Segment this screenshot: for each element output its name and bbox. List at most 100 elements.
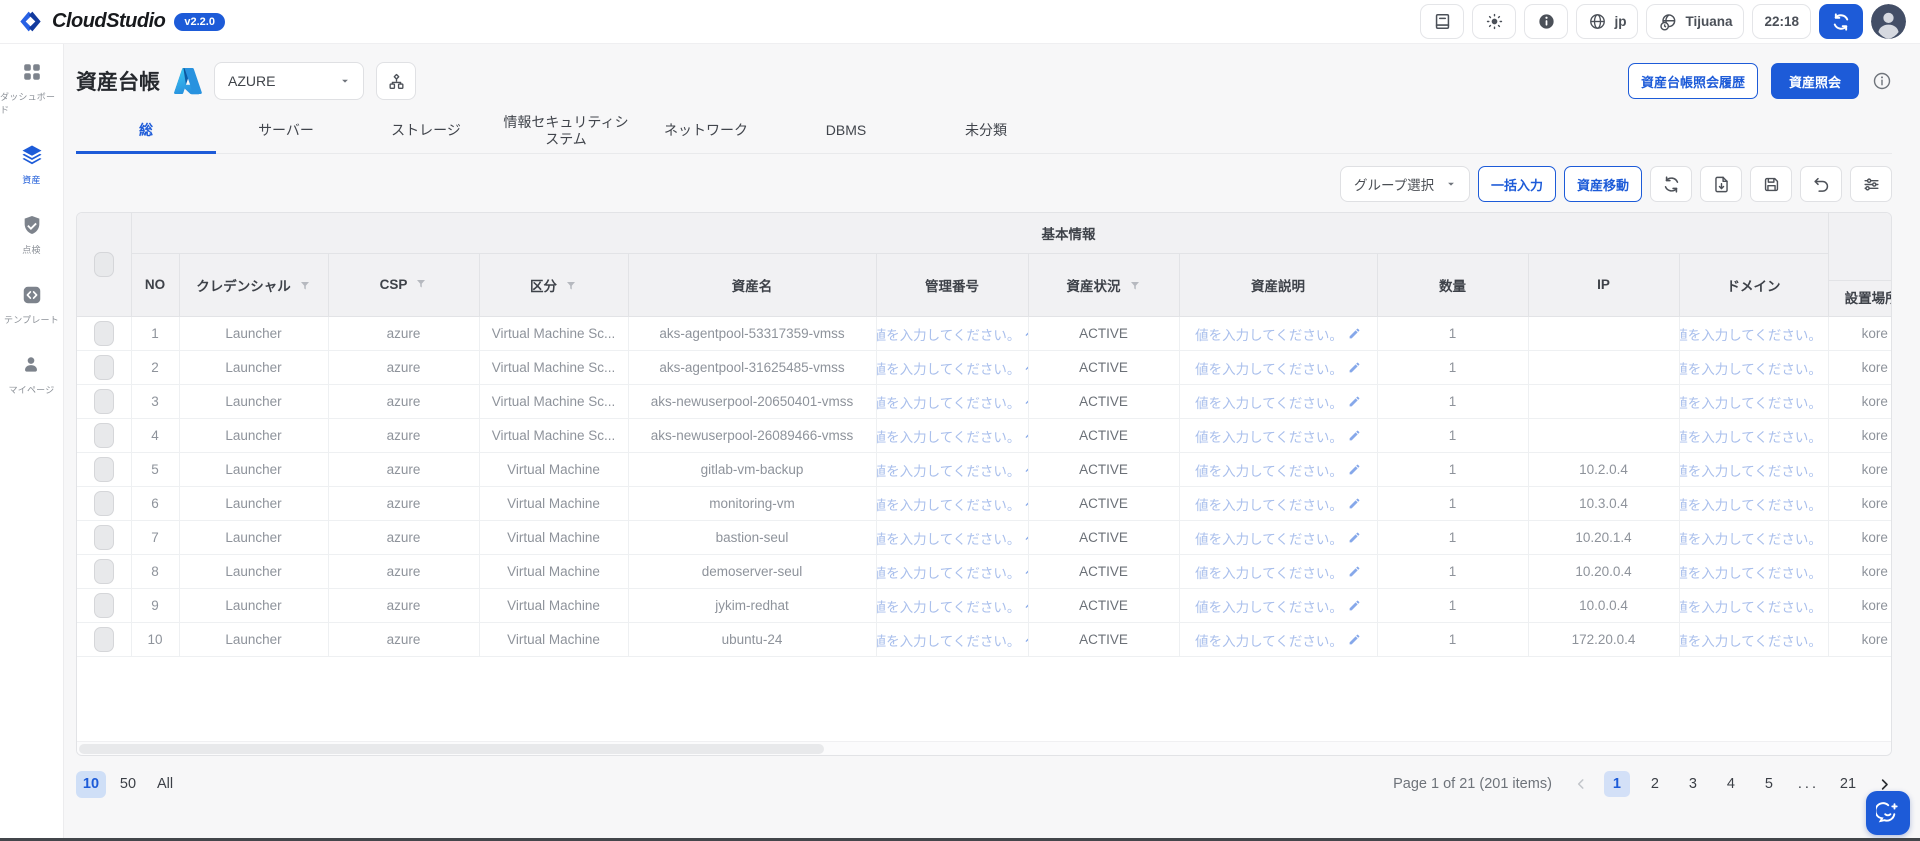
edit-pencil-icon[interactable] xyxy=(1827,327,1828,340)
description-placeholder[interactable]: 値を入力してください。 xyxy=(1195,596,1343,616)
sidebar-item-dashboard[interactable]: ダッシュボード xyxy=(0,60,63,116)
tab-7[interactable]: 未分類 xyxy=(916,109,1056,153)
row-checkbox[interactable] xyxy=(93,389,114,414)
row-checkbox[interactable] xyxy=(93,423,114,448)
row-checkbox[interactable] xyxy=(93,321,114,346)
csp-select[interactable]: AZURE xyxy=(214,62,364,100)
edit-pencil-icon[interactable] xyxy=(1025,531,1027,544)
sidebar-item-template[interactable]: テンプレート xyxy=(4,283,59,326)
select-all-checkbox[interactable] xyxy=(93,252,114,277)
edit-pencil-icon[interactable] xyxy=(1348,327,1361,340)
hierarchy-button[interactable] xyxy=(376,62,416,100)
description-placeholder[interactable]: 値を入力してください。 xyxy=(1195,460,1343,480)
page-number-4[interactable]: 4 xyxy=(1718,771,1744,797)
edit-pencil-icon[interactable] xyxy=(1827,395,1828,408)
group-select[interactable]: グループ選択 xyxy=(1339,166,1470,202)
filter-funnel-icon[interactable] xyxy=(299,280,311,295)
mgmt-no-placeholder[interactable]: 値を入力してください。 xyxy=(877,494,1021,514)
edit-pencil-icon[interactable] xyxy=(1025,497,1027,510)
language-button[interactable]: jp xyxy=(1576,4,1639,39)
filter-settings-button[interactable] xyxy=(1850,166,1892,202)
tab-5[interactable]: ネットワーク xyxy=(636,109,776,153)
row-checkbox[interactable] xyxy=(93,457,114,482)
refresh-button[interactable] xyxy=(1650,166,1692,202)
page-number-21[interactable]: 21 xyxy=(1835,771,1861,797)
description-placeholder[interactable]: 値を入力してください。 xyxy=(1195,562,1343,582)
edit-pencil-icon[interactable] xyxy=(1025,599,1027,612)
edit-pencil-icon[interactable] xyxy=(1827,531,1828,544)
clock-button[interactable]: 22:18 xyxy=(1752,4,1811,39)
mgmt-no-placeholder[interactable]: 値を入力してください。 xyxy=(877,426,1021,446)
mgmt-no-placeholder[interactable]: 値を入力してください。 xyxy=(877,324,1021,344)
edit-pencil-icon[interactable] xyxy=(1348,463,1361,476)
description-placeholder[interactable]: 値を入力してください。 xyxy=(1195,358,1343,378)
edit-pencil-icon[interactable] xyxy=(1827,599,1828,612)
edit-pencil-icon[interactable] xyxy=(1025,395,1027,408)
column-header-credential[interactable]: クレデンシャル xyxy=(179,253,329,318)
info-button[interactable] xyxy=(1524,4,1569,39)
description-placeholder[interactable]: 値を入力してください。 xyxy=(1195,426,1343,446)
column-header-no[interactable]: NO xyxy=(131,253,180,318)
edit-pencil-icon[interactable] xyxy=(1827,463,1828,476)
save-button[interactable] xyxy=(1750,166,1792,202)
description-placeholder[interactable]: 値を入力してください。 xyxy=(1195,630,1343,650)
edit-pencil-icon[interactable] xyxy=(1348,361,1361,374)
mgmt-no-placeholder[interactable]: 値を入力してください。 xyxy=(877,596,1021,616)
page-size-50[interactable]: 50 xyxy=(113,771,143,798)
tab-4[interactable]: 情報セキュリティシステム xyxy=(496,109,636,153)
asset-move-button[interactable]: 資産移動 xyxy=(1563,166,1642,202)
avatar[interactable] xyxy=(1871,4,1906,39)
edit-pencil-icon[interactable] xyxy=(1348,497,1361,510)
edit-pencil-icon[interactable] xyxy=(1348,599,1361,612)
mgmt-no-placeholder[interactable]: 値を入力してください。 xyxy=(877,562,1021,582)
chevron-left-icon[interactable] xyxy=(1574,777,1588,791)
edit-pencil-icon[interactable] xyxy=(1025,327,1027,340)
scrollbar-thumb[interactable] xyxy=(79,744,824,754)
row-checkbox[interactable] xyxy=(93,593,114,618)
edit-pencil-icon[interactable] xyxy=(1348,565,1361,578)
edit-pencil-icon[interactable] xyxy=(1025,361,1027,374)
page-number-1[interactable]: 1 xyxy=(1603,771,1630,797)
undo-button[interactable] xyxy=(1800,166,1842,202)
domain-placeholder[interactable]: 値を入力してください。 xyxy=(1680,324,1822,344)
description-placeholder[interactable]: 値を入力してください。 xyxy=(1195,324,1343,344)
domain-placeholder[interactable]: 値を入力してください。 xyxy=(1680,562,1822,582)
edit-pencil-icon[interactable] xyxy=(1348,633,1361,646)
edit-pencil-icon[interactable] xyxy=(1025,463,1027,476)
column-header-mgmt-no[interactable]: 管理番号 xyxy=(876,253,1029,318)
edit-pencil-icon[interactable] xyxy=(1827,497,1828,510)
mgmt-no-placeholder[interactable]: 値を入力してください。 xyxy=(877,392,1021,412)
edit-pencil-icon[interactable] xyxy=(1025,429,1027,442)
row-checkbox[interactable] xyxy=(93,355,114,380)
domain-placeholder[interactable]: 値を入力してください。 xyxy=(1680,426,1822,446)
domain-placeholder[interactable]: 値を入力してください。 xyxy=(1680,358,1822,378)
page-info-icon[interactable] xyxy=(1872,71,1892,91)
mgmt-no-placeholder[interactable]: 値を入力してください。 xyxy=(877,528,1021,548)
sidebar-item-assets[interactable]: 資産 xyxy=(20,143,44,186)
edit-pencil-icon[interactable] xyxy=(1348,395,1361,408)
column-header-location[interactable]: 設置場所 xyxy=(1828,213,1891,317)
sidebar-item-mypage[interactable]: マイページ xyxy=(9,353,55,396)
page-size-all[interactable]: All xyxy=(150,771,180,798)
filter-funnel-icon[interactable] xyxy=(565,280,577,295)
tab-1[interactable]: 総 xyxy=(76,109,216,154)
description-placeholder[interactable]: 値を入力してください。 xyxy=(1195,494,1343,514)
chevron-right-icon[interactable] xyxy=(1877,777,1892,792)
mgmt-no-placeholder[interactable]: 値を入力してください。 xyxy=(877,630,1021,650)
logo-area[interactable]: CloudStudio v2.2.0 xyxy=(18,9,225,34)
file-import-button[interactable] xyxy=(1700,166,1742,202)
manual-button[interactable] xyxy=(1420,4,1465,39)
column-header-category[interactable]: 区分 xyxy=(479,253,629,318)
chat-assistant-button[interactable] xyxy=(1866,791,1910,835)
column-header-qty[interactable]: 数量 xyxy=(1377,253,1529,318)
page-number-3[interactable]: 3 xyxy=(1680,771,1706,797)
page-number-5[interactable]: 5 xyxy=(1756,771,1782,797)
asset-inquiry-button[interactable]: 資産照会 xyxy=(1770,63,1859,99)
theme-button[interactable] xyxy=(1472,4,1517,39)
domain-placeholder[interactable]: 値を入力してください。 xyxy=(1680,596,1822,616)
edit-pencil-icon[interactable] xyxy=(1348,429,1361,442)
mgmt-no-placeholder[interactable]: 値を入力してください。 xyxy=(877,358,1021,378)
column-header-csp[interactable]: CSP xyxy=(328,253,480,318)
domain-placeholder[interactable]: 値を入力してください。 xyxy=(1680,392,1822,412)
page-size-10[interactable]: 10 xyxy=(76,770,106,798)
